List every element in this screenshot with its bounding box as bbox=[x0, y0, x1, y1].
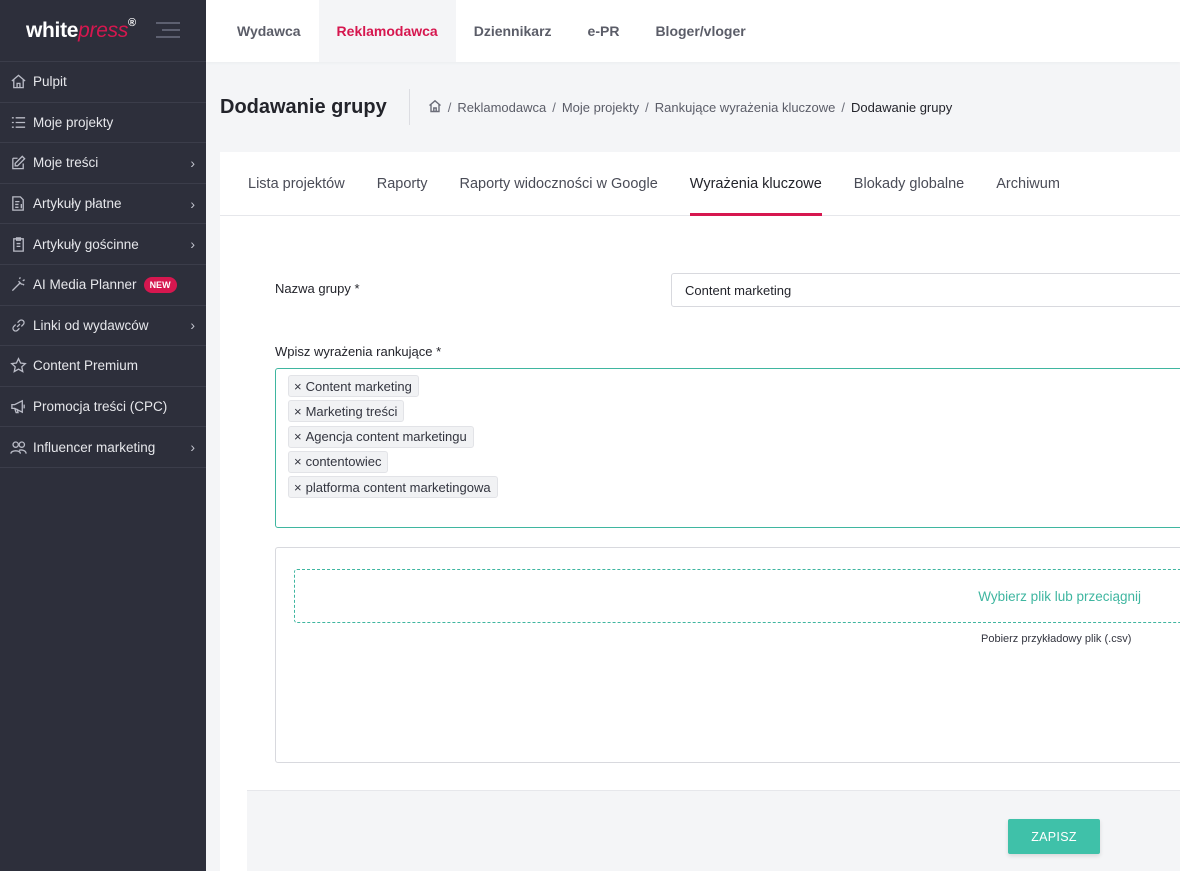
sidebar-item-label: Moje projekty bbox=[33, 114, 114, 130]
menu-toggle-icon[interactable] bbox=[156, 22, 180, 40]
tab-lista-projektow[interactable]: Lista projektów bbox=[232, 152, 361, 215]
breadcrumb-moje-projekty[interactable]: Moje projekty bbox=[562, 100, 639, 115]
logo-press: press bbox=[78, 18, 129, 42]
group-name-label: Nazwa grupy * bbox=[275, 281, 360, 296]
breadcrumb-rankujace[interactable]: Rankujące wyrażenia kluczowe bbox=[655, 100, 836, 115]
section-tabs: Lista projektów Raporty Raporty widoczno… bbox=[220, 152, 1180, 216]
tab-reklamodawca[interactable]: Reklamodawca bbox=[318, 0, 456, 62]
list-icon bbox=[9, 113, 27, 131]
remove-tag-icon[interactable]: × bbox=[294, 455, 302, 468]
sidebar-item-label: Artykuły płatne bbox=[33, 196, 122, 212]
sidebar-item-content-premium[interactable]: Content Premium bbox=[0, 346, 206, 387]
sidebar-item-label: Moje treści bbox=[33, 155, 99, 171]
sidebar-item-label: Influencer marketing bbox=[33, 439, 156, 455]
home-icon[interactable] bbox=[428, 99, 442, 116]
remove-tag-icon[interactable]: × bbox=[294, 430, 302, 443]
tag-label: Agencja content marketingu bbox=[305, 429, 467, 445]
sidebar-item-label: Pulpit bbox=[33, 74, 67, 90]
chevron-right-icon: › bbox=[190, 195, 195, 212]
paid-article-icon bbox=[9, 195, 27, 213]
form-footer: ZAPISZ bbox=[247, 790, 1180, 871]
page-header: Dodawanie grupy / Reklamodawca / Moje pr… bbox=[206, 62, 1180, 152]
phrase-tag: × Content marketing bbox=[288, 375, 419, 397]
sidebar-item-publisher-links[interactable]: Linki od wydawców › bbox=[0, 306, 206, 347]
home-icon bbox=[9, 73, 27, 91]
sidebar-item-my-content[interactable]: Moje treści › bbox=[0, 143, 206, 184]
tag-label: Content marketing bbox=[305, 378, 412, 394]
file-dropzone[interactable]: Wybierz plik lub przeciągnij bbox=[294, 569, 1180, 623]
tag-label: Marketing treści bbox=[305, 403, 398, 419]
sidebar-item-label: AI Media Planner bbox=[33, 277, 137, 293]
new-badge: NEW bbox=[143, 276, 177, 293]
tab-dziennikarz[interactable]: Dziennikarz bbox=[456, 0, 570, 62]
logo-registered: ® bbox=[128, 16, 136, 29]
sidebar-item-label: Linki od wydawców bbox=[33, 317, 149, 333]
users-icon bbox=[9, 438, 27, 456]
chevron-right-icon: › bbox=[190, 236, 195, 253]
phrases-label: Wpisz wyrażenia rankujące * bbox=[275, 344, 442, 359]
chevron-right-icon: › bbox=[190, 439, 195, 456]
phrases-tag-input[interactable]: × Content marketing × Marketing treści × Ag… bbox=[275, 368, 1180, 528]
sidebar-item-projects[interactable]: Moje projekty bbox=[0, 103, 206, 144]
logo[interactable]: whitepress® bbox=[26, 16, 136, 43]
remove-tag-icon[interactable]: × bbox=[294, 481, 302, 494]
sidebar-item-cpc-promotion[interactable]: Promocja treści (CPC) bbox=[0, 387, 206, 428]
sidebar-item-label: Promocja treści (CPC) bbox=[33, 399, 168, 415]
file-upload-panel: Wybierz plik lub przeciągnij Pobierz prz… bbox=[275, 547, 1180, 763]
role-tabs: Wydawca Reklamodawca Dziennikarz e-PR Bl… bbox=[206, 0, 1180, 62]
tag-label: contentowiec bbox=[305, 454, 382, 470]
sample-csv-link[interactable]: Pobierz przykładowy plik (.csv) bbox=[981, 633, 1131, 645]
main-card: Lista projektów Raporty Raporty widoczno… bbox=[220, 152, 1180, 871]
logo-white: white bbox=[26, 18, 79, 42]
breadcrumb-reklamodawca[interactable]: Reklamodawca bbox=[457, 100, 546, 115]
remove-tag-icon[interactable]: × bbox=[294, 405, 302, 418]
tab-blokady-globalne[interactable]: Blokady globalne bbox=[838, 152, 980, 215]
tab-bloger-vloger[interactable]: Bloger/vloger bbox=[637, 0, 763, 62]
tab-raporty[interactable]: Raporty bbox=[361, 152, 444, 215]
sidebar-item-guest-articles[interactable]: Artykuły gościnne › bbox=[0, 224, 206, 265]
tab-wyrazenia-kluczowe[interactable]: Wyrażenia kluczowe bbox=[674, 152, 838, 216]
breadcrumb: / Reklamodawca / Moje projekty / Rankują… bbox=[410, 99, 953, 116]
sidebar: whitepress® Pulpit Moje projekty Moje tr… bbox=[0, 0, 206, 871]
sidebar-item-label: Content Premium bbox=[33, 358, 139, 374]
breadcrumb-current: Dodawanie grupy bbox=[851, 99, 953, 115]
breadcrumb-separator: / bbox=[447, 99, 452, 115]
megaphone-icon bbox=[9, 398, 27, 416]
sidebar-item-pulpit[interactable]: Pulpit bbox=[0, 62, 206, 103]
logo-bar: whitepress® bbox=[0, 0, 206, 62]
page-title: Dodawanie grupy bbox=[206, 89, 410, 125]
chevron-right-icon: › bbox=[190, 154, 195, 171]
clipboard-icon bbox=[9, 235, 27, 253]
breadcrumb-separator: / bbox=[552, 99, 556, 115]
sidebar-item-label: Artykuły gościnne bbox=[33, 236, 139, 252]
tab-raporty-widocznosci[interactable]: Raporty widoczności w Google bbox=[444, 152, 674, 215]
edit-icon bbox=[9, 154, 27, 172]
phrase-tag: × Agencja content marketingu bbox=[288, 425, 474, 448]
sidebar-item-ai-media-planner[interactable]: AI Media Planner NEW bbox=[0, 265, 206, 306]
sidebar-item-influencer-marketing[interactable]: Influencer marketing › bbox=[0, 427, 206, 468]
remove-tag-icon[interactable]: × bbox=[294, 380, 302, 393]
group-name-input[interactable]: Content marketing bbox=[671, 273, 1180, 307]
phrase-tag: × platforma content marketingowa bbox=[288, 476, 498, 499]
tab-archiwum[interactable]: Archiwum bbox=[980, 152, 1076, 215]
phrase-tag: × contentowiec bbox=[288, 450, 389, 473]
save-button[interactable]: ZAPISZ bbox=[1008, 819, 1100, 854]
phrase-tag: × Marketing treści bbox=[288, 400, 405, 423]
tag-label: platforma content marketingowa bbox=[305, 479, 491, 495]
tab-wydawca[interactable]: Wydawca bbox=[206, 0, 319, 62]
chevron-right-icon: › bbox=[190, 317, 195, 334]
magic-wand-icon bbox=[9, 276, 27, 294]
tab-e-pr[interactable]: e-PR bbox=[570, 0, 638, 62]
sidebar-item-paid-articles[interactable]: Artykuły płatne › bbox=[0, 184, 206, 225]
star-icon bbox=[9, 357, 27, 375]
breadcrumb-separator: / bbox=[645, 99, 649, 115]
breadcrumb-separator: / bbox=[841, 99, 846, 115]
link-icon bbox=[9, 316, 27, 334]
